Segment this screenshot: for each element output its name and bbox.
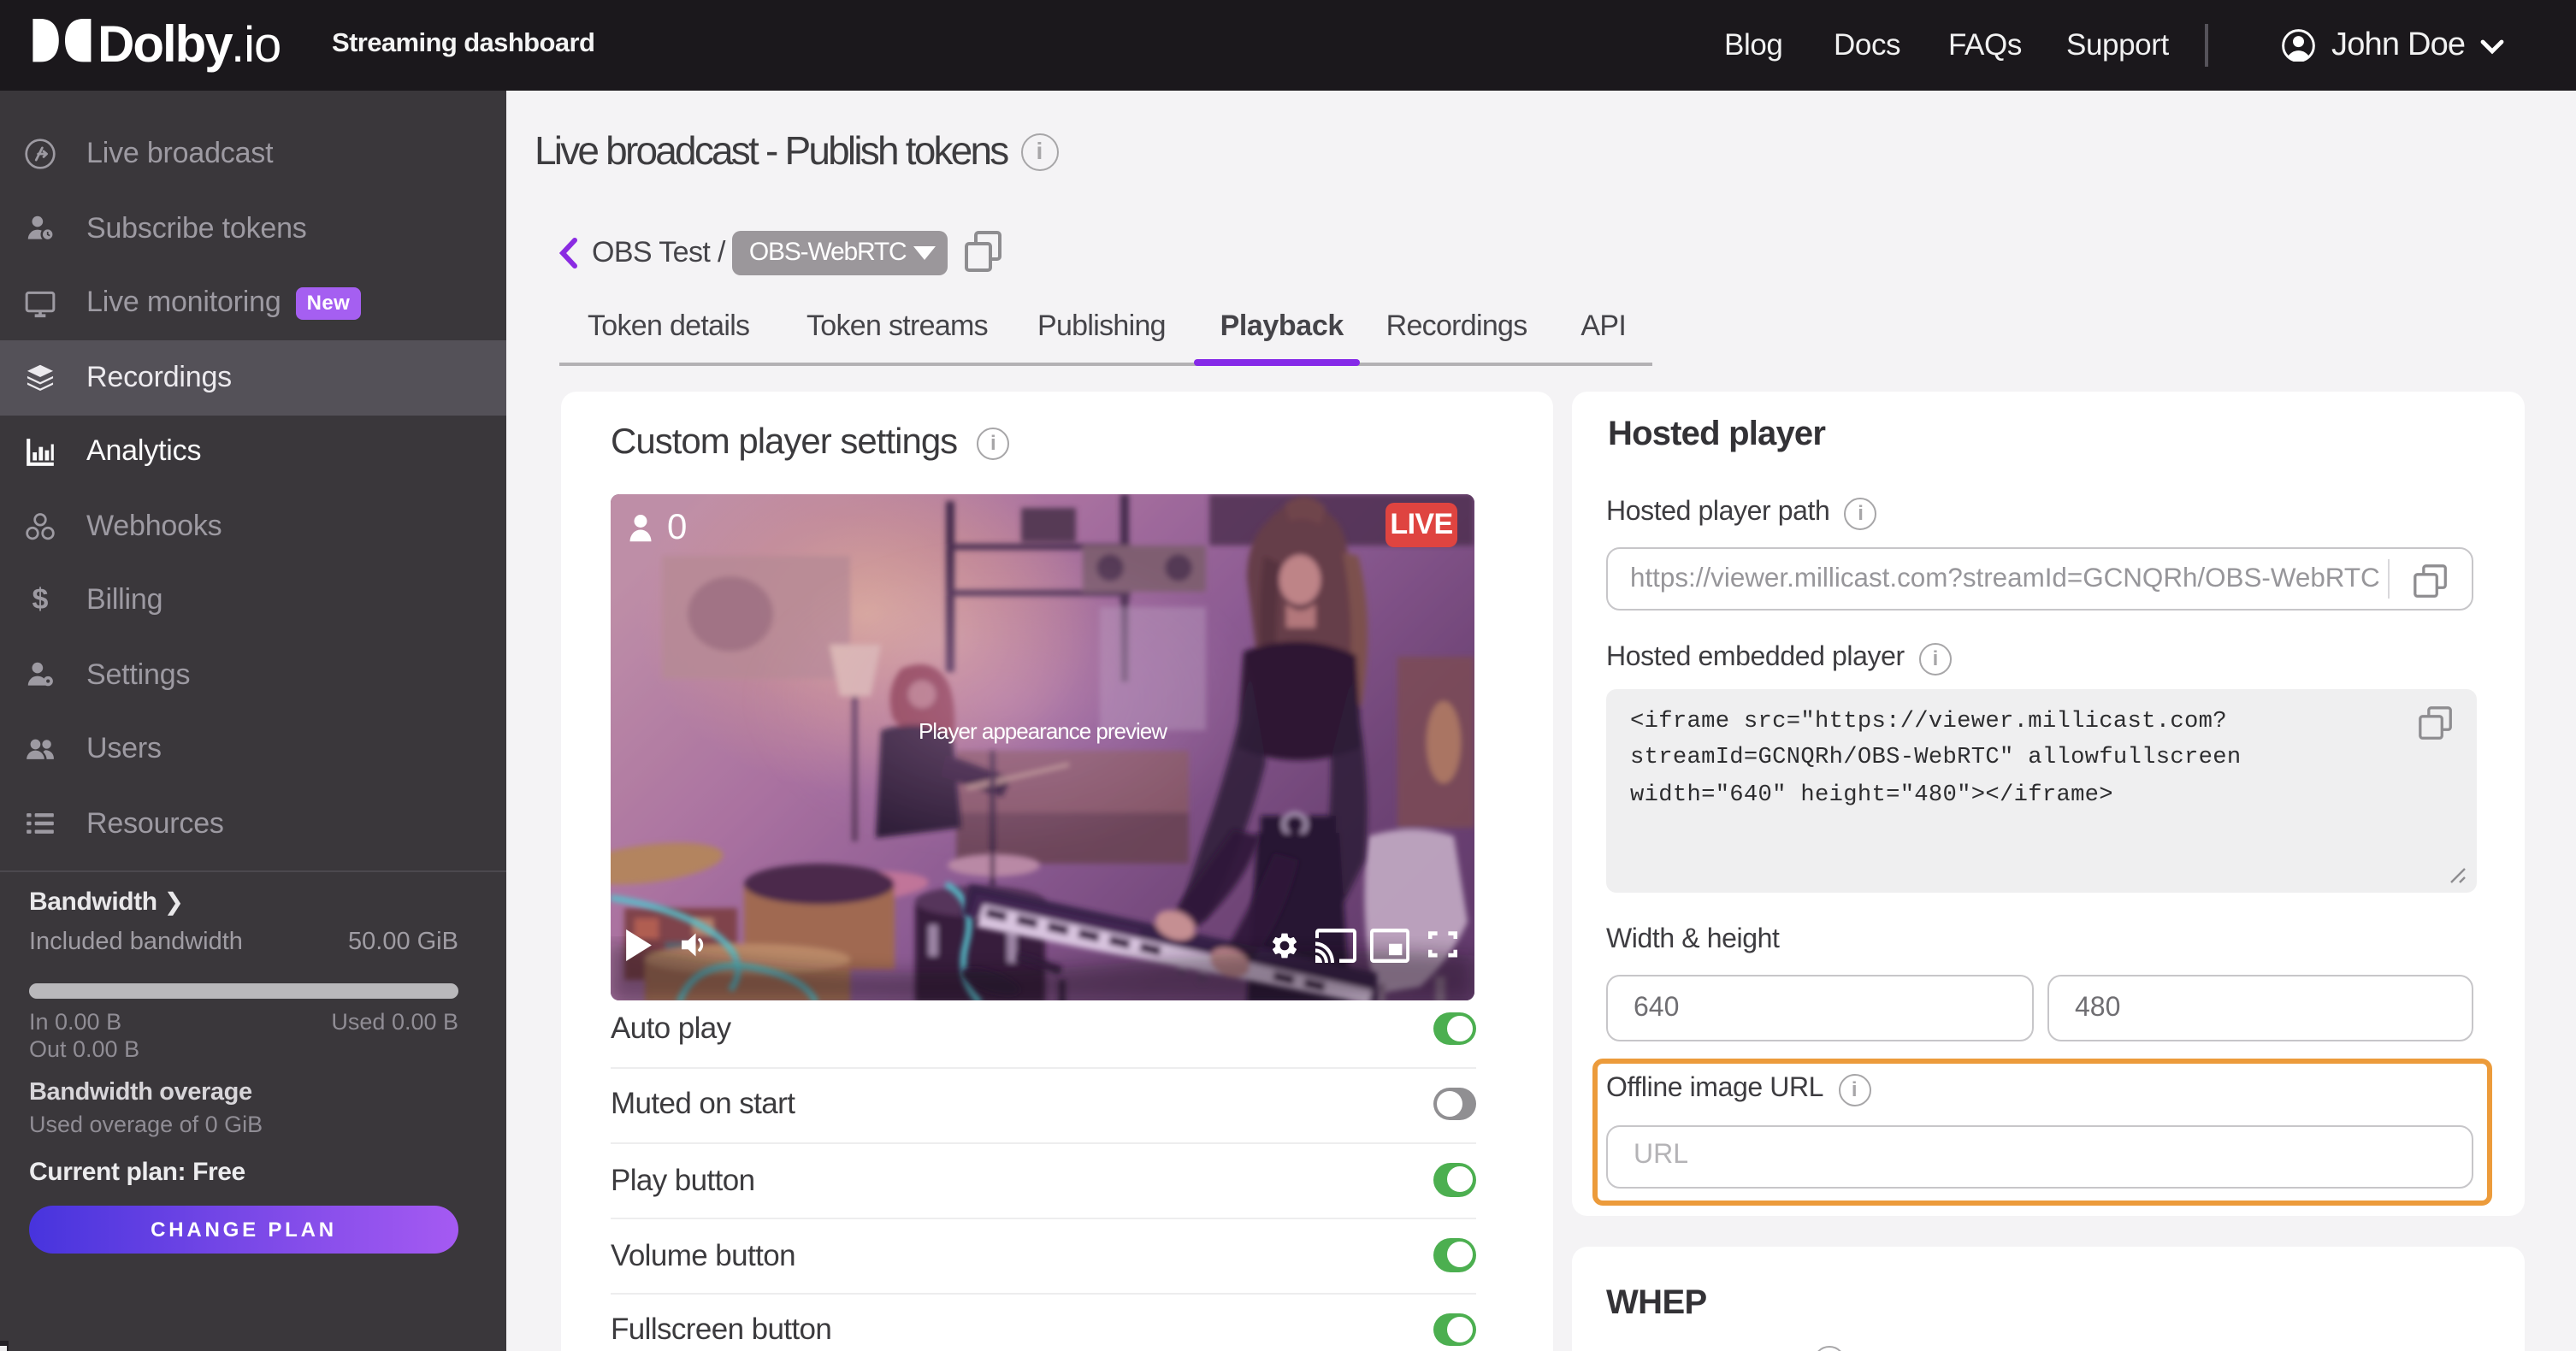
svg-text:Dolby: Dolby xyxy=(97,19,233,73)
svg-text:.io: .io xyxy=(230,19,280,73)
